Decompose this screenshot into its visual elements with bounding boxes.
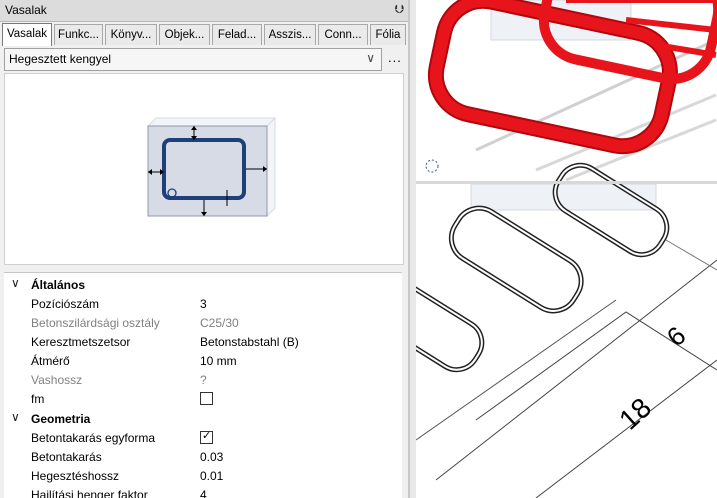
tab-konyv[interactable]: Könyv...: [105, 24, 157, 45]
pin-icon[interactable]: ⮋: [395, 2, 404, 17]
viewport-area[interactable]: 6 18: [416, 0, 717, 498]
tab-funkc[interactable]: Funkc...: [54, 24, 103, 45]
property-label: Betontakarás egyforma: [31, 431, 156, 445]
group-geometry[interactable]: ∨ Geometria: [4, 409, 402, 428]
model-viewport[interactable]: 6 18: [416, 0, 717, 498]
tab-objek[interactable]: Objek...: [159, 24, 210, 45]
fm-checkbox[interactable]: [200, 392, 213, 405]
property-row[interactable]: Hegesztéshossz 0.01: [4, 466, 402, 485]
property-value[interactable]: Betonstabstahl (B): [200, 335, 299, 349]
tab-felad[interactable]: Felad...: [212, 24, 262, 45]
property-row: Vashossz ?: [4, 370, 402, 389]
property-value: ?: [200, 373, 207, 387]
property-row[interactable]: Keresztmetszetsor Betonstabstahl (B): [4, 332, 402, 351]
property-value[interactable]: 10 mm: [200, 354, 237, 368]
property-value[interactable]: 0.01: [200, 469, 223, 483]
property-row[interactable]: Betontakarás egyforma ✓: [4, 428, 402, 447]
group-general[interactable]: ∨ Általános: [4, 275, 402, 294]
group-general-label: Általános: [31, 278, 86, 292]
property-row[interactable]: Átmérő 10 mm: [4, 351, 402, 370]
tab-asszis[interactable]: Asszis...: [264, 24, 316, 45]
property-row[interactable]: Betontakarás 0.03: [4, 447, 402, 466]
reinforcement-panel: Vasalak ⮋ Vasalak Funkc... Könyv... Obje…: [0, 0, 409, 498]
property-label: Keresztmetszetsor: [31, 335, 131, 349]
chevron-down-icon[interactable]: ∨: [11, 276, 20, 290]
group-geometry-label: Geometria: [31, 412, 91, 426]
property-label: Betonszilárdsági osztály: [31, 316, 160, 330]
property-label: Vashossz: [31, 373, 83, 387]
property-label: Hajlítási henger faktor: [31, 488, 148, 498]
stirrup-diagram: [146, 116, 277, 218]
rebar-type-select[interactable]: Hegesztett kengyel ∨: [4, 48, 382, 71]
property-row[interactable]: Pozíciószám 3: [4, 294, 402, 313]
property-row[interactable]: fm: [4, 389, 402, 408]
property-label: Pozíciószám: [31, 297, 100, 311]
tab-folia[interactable]: Fólia: [370, 24, 406, 45]
property-value[interactable]: 4: [200, 488, 207, 498]
more-options-button[interactable]: ...: [388, 50, 402, 65]
property-row[interactable]: Hajlítási henger faktor 4: [4, 485, 402, 498]
viewport-splitter[interactable]: [416, 181, 717, 184]
chevron-down-icon: ∨: [366, 51, 375, 65]
tab-bar: Vasalak Funkc... Könyv... Objek... Felad…: [2, 23, 406, 46]
property-value: C25/30: [200, 316, 239, 330]
panel-titlebar: Vasalak ⮋: [0, 0, 408, 22]
panel-splitter[interactable]: [409, 0, 416, 498]
panel-title: Vasalak: [5, 3, 47, 17]
tab-conn[interactable]: Conn...: [318, 24, 368, 45]
property-label: fm: [31, 392, 45, 406]
property-label: Betontakarás: [31, 450, 102, 464]
checkmark-icon: ✓: [202, 430, 212, 442]
rebar-type-value: Hegesztett kengyel: [9, 52, 112, 66]
property-label: Átmérő: [31, 354, 70, 368]
property-row: Betonszilárdsági osztály C25/30: [4, 313, 402, 332]
property-label: Hegesztéshossz: [31, 469, 120, 483]
stirrup-preview: [4, 73, 404, 265]
chevron-down-icon[interactable]: ∨: [11, 410, 20, 424]
equal-cover-checkbox[interactable]: ✓: [200, 430, 213, 444]
property-value[interactable]: 0.03: [200, 450, 223, 464]
tab-vasalak[interactable]: Vasalak: [2, 23, 52, 46]
property-value[interactable]: 3: [200, 297, 207, 311]
property-grid: ∨ Általános Pozíciószám 3 Betonszilárdsá…: [4, 272, 402, 498]
